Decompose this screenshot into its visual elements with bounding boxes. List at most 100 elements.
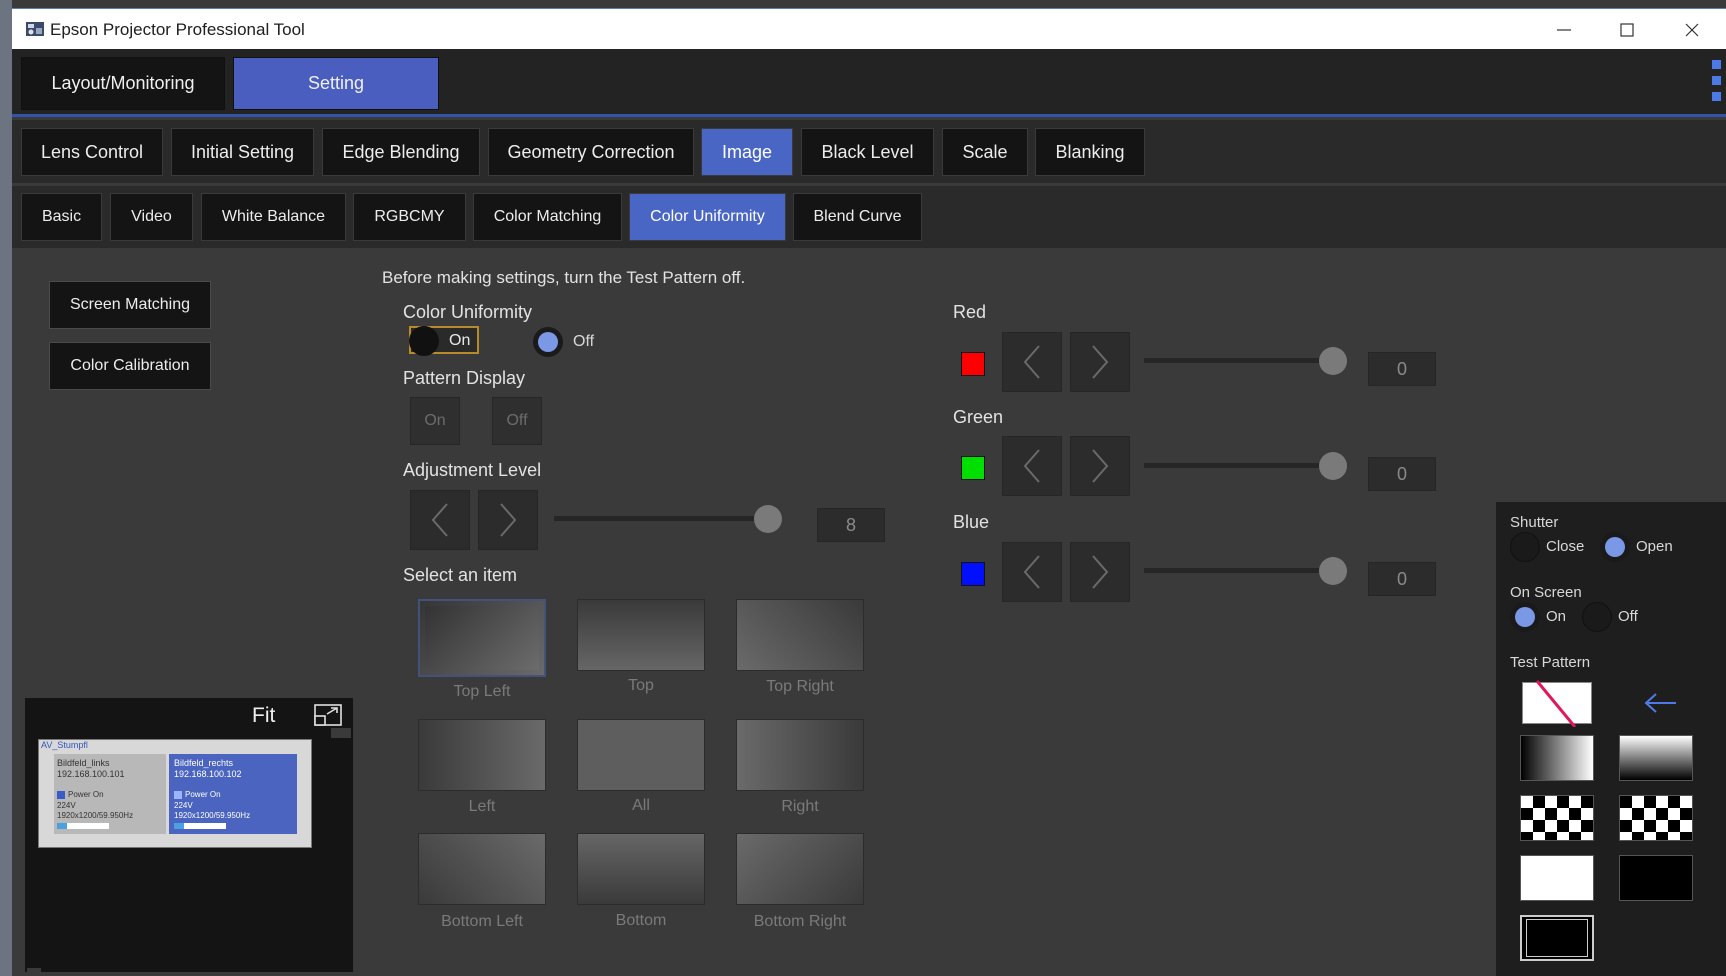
blue-slider-track[interactable]: [1144, 568, 1340, 573]
tile-bottom[interactable]: [577, 833, 705, 905]
test-pattern-checker-1[interactable]: [1520, 795, 1594, 841]
fit-button[interactable]: Fit: [252, 704, 275, 728]
test-pattern-v-gradient[interactable]: [1619, 735, 1693, 781]
tab-basic[interactable]: Basic: [21, 193, 102, 241]
close-button[interactable]: [1660, 9, 1723, 50]
red-decrease-button[interactable]: [1002, 332, 1062, 392]
green-label: Green: [953, 407, 1004, 427]
green-value[interactable]: 0: [1368, 457, 1436, 491]
on-screen-off-radio[interactable]: [1582, 602, 1612, 632]
tab-lens-control[interactable]: Lens Control: [21, 128, 163, 176]
tab-color-uniformity[interactable]: Color Uniformity: [629, 193, 786, 241]
layout-preview-panel: Fit AV_Stumpfl Bildfeld_links 192.168.10…: [25, 698, 353, 976]
green-swatch: [961, 456, 985, 480]
test-pattern-black[interactable]: [1619, 855, 1693, 901]
adjustment-level-slider-track[interactable]: [554, 516, 782, 521]
projector-ip: 192.168.100.101: [57, 769, 125, 779]
blue-decrease-button[interactable]: [1002, 542, 1062, 602]
blue-value[interactable]: 0: [1368, 562, 1436, 596]
tab-edge-blending[interactable]: Edge Blending: [322, 128, 480, 176]
group-name: AV_Stumpfl: [41, 740, 88, 750]
green-increase-button[interactable]: [1070, 436, 1130, 496]
tile-top-left[interactable]: [418, 599, 546, 677]
tile-all[interactable]: [577, 719, 705, 791]
projector-voltage: 224V: [57, 801, 76, 810]
red-value[interactable]: 0: [1368, 352, 1436, 386]
green-slider-thumb[interactable]: [1319, 452, 1347, 480]
color-uniformity-on-label: On: [449, 332, 471, 349]
test-pattern-frame[interactable]: [1520, 915, 1594, 961]
preview-scroll-handle[interactable]: [331, 728, 351, 738]
tile-left[interactable]: [418, 719, 546, 791]
shutter-open-radio[interactable]: [1600, 532, 1630, 562]
tile-top-label: Top: [628, 677, 654, 694]
color-calibration-button[interactable]: Color Calibration: [49, 342, 211, 390]
maximize-button[interactable]: [1595, 9, 1658, 50]
tab-setting[interactable]: Setting: [233, 57, 439, 110]
power-icon: [57, 791, 65, 799]
tile-right[interactable]: [736, 719, 864, 791]
blue-increase-button[interactable]: [1070, 542, 1130, 602]
color-uniformity-off-radio[interactable]: [533, 327, 563, 357]
tab-video[interactable]: Video: [110, 193, 193, 241]
adjustment-level-value[interactable]: 8: [817, 508, 885, 542]
color-uniformity-off-label: Off: [573, 333, 595, 350]
tile-bottom-right[interactable]: [736, 833, 864, 905]
screen-matching-button[interactable]: Screen Matching: [49, 281, 211, 329]
test-pattern-white[interactable]: [1520, 855, 1594, 901]
tile-top[interactable]: [577, 599, 705, 671]
tab-black-level[interactable]: Black Level: [801, 128, 934, 176]
red-increase-button[interactable]: [1070, 332, 1130, 392]
tab-white-balance[interactable]: White Balance: [201, 193, 346, 241]
on-screen-on-label: On: [1546, 608, 1567, 625]
tile-bottom-right-label: Bottom Right: [753, 913, 847, 930]
tab-geometry-correction[interactable]: Geometry Correction: [488, 128, 694, 176]
adjustment-decrease-button[interactable]: [410, 490, 470, 550]
shutter-close-radio[interactable]: [1510, 532, 1540, 562]
color-uniformity-on-toggle[interactable]: On: [409, 326, 479, 356]
projector-progress: [57, 823, 109, 829]
blue-slider-thumb[interactable]: [1319, 557, 1347, 585]
quick-control-panel: Shutter Close Open On Screen On Off Test…: [1496, 502, 1726, 976]
green-decrease-button[interactable]: [1002, 436, 1062, 496]
projector-status: Power On: [185, 790, 221, 799]
pattern-display-on-button[interactable]: On: [410, 397, 460, 445]
desktop-edge: [0, 0, 12, 976]
tab-rgbcmy[interactable]: RGBCMY: [353, 193, 466, 241]
projector-group[interactable]: AV_Stumpfl Bildfeld_links 192.168.100.10…: [38, 739, 312, 848]
red-slider-track[interactable]: [1144, 358, 1340, 363]
adjustment-increase-button[interactable]: [478, 490, 538, 550]
red-swatch: [961, 352, 985, 376]
tile-top-left-preview: [425, 606, 539, 670]
tab-blanking[interactable]: Blanking: [1035, 128, 1145, 176]
test-pattern-h-gradient[interactable]: [1520, 735, 1594, 781]
tab-color-matching[interactable]: Color Matching: [473, 193, 622, 241]
tab-layout-monitoring[interactable]: Layout/Monitoring: [21, 57, 225, 110]
sub-tab-row: Basic Video White Balance RGBCMY Color M…: [12, 186, 1726, 248]
kebab-menu-icon[interactable]: [1712, 60, 1722, 108]
tab-initial-setting[interactable]: Initial Setting: [171, 128, 314, 176]
test-pattern-checker-2[interactable]: [1619, 795, 1693, 841]
green-slider-track[interactable]: [1144, 463, 1340, 468]
minimize-button[interactable]: [1532, 9, 1595, 50]
pattern-display-off-button[interactable]: Off: [492, 397, 542, 445]
test-pattern-label: Test Pattern: [1510, 654, 1591, 671]
tile-top-right[interactable]: [736, 599, 864, 671]
back-arrow-icon[interactable]: [1642, 690, 1678, 716]
expand-icon[interactable]: [313, 702, 345, 728]
tab-scale[interactable]: Scale: [942, 128, 1028, 176]
tile-bottom-left[interactable]: [418, 833, 546, 905]
projector-card-left[interactable]: Bildfeld_links 192.168.100.101 Power On …: [54, 754, 166, 834]
adjustment-level-slider-thumb[interactable]: [754, 505, 782, 533]
tile-all-label: All: [632, 797, 650, 814]
tab-image[interactable]: Image: [701, 128, 793, 176]
chevron-right-icon: [500, 503, 517, 537]
tab-blend-curve[interactable]: Blend Curve: [793, 193, 922, 241]
chevron-left-icon: [431, 503, 448, 537]
chevron-right-icon: [1092, 555, 1109, 589]
test-pattern-none[interactable]: [1522, 680, 1592, 727]
projector-card-right[interactable]: Bildfeld_rechts 192.168.100.102 Power On…: [169, 754, 297, 834]
red-slider-thumb[interactable]: [1319, 347, 1347, 375]
preview-scroll-corner[interactable]: [27, 968, 41, 976]
on-screen-on-radio[interactable]: [1510, 602, 1540, 632]
